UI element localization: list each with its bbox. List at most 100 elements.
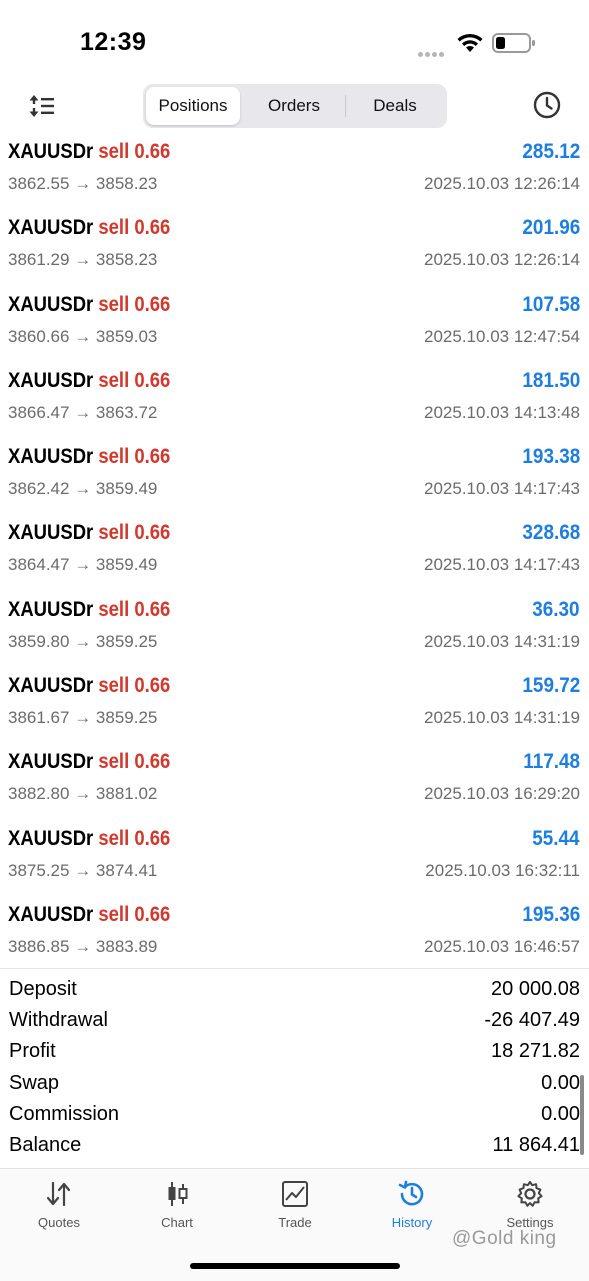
- open-price: 3862.42: [8, 479, 70, 499]
- tab-orders[interactable]: Orders: [244, 87, 344, 125]
- open-price: 3882.80: [8, 784, 70, 804]
- deal-row[interactable]: XAUUSDr sell 0.66 201.96 3861.29 → 3858.…: [0, 212, 589, 288]
- summary-label: Deposit: [9, 978, 77, 1000]
- close-price: 3858.23: [95, 250, 158, 270]
- deal-prices: 3886.85 → 3883.89: [8, 937, 157, 957]
- deal-row[interactable]: XAUUSDr sell 0.66 181.50 3866.47 → 3863.…: [0, 365, 589, 441]
- tab-label: Chart: [161, 1215, 193, 1230]
- deal-prices: 3859.80 → 3859.25: [8, 632, 157, 652]
- deal-direction: sell 0.66: [98, 445, 171, 469]
- deal-prices: 3864.47 → 3859.49: [8, 555, 157, 575]
- open-price: 3862.55: [8, 174, 70, 193]
- deal-row[interactable]: XAUUSDr sell 0.66 195.36 3886.85 → 3883.…: [0, 899, 589, 975]
- deal-symbol: XAUUSDr: [8, 902, 94, 926]
- deal-row[interactable]: XAUUSDr sell 0.66 328.68 3864.47 → 3859.…: [0, 517, 589, 593]
- close-price: 3881.02: [95, 784, 158, 804]
- summary-label: Swap: [9, 1071, 60, 1094]
- deal-profit: 159.72: [522, 674, 580, 698]
- arrow-icon: →: [74, 174, 92, 193]
- quotes-icon: [46, 1181, 71, 1207]
- clock-icon[interactable]: [532, 90, 562, 120]
- deal-symbol: XAUUSDr: [8, 597, 94, 621]
- battery-icon: [492, 33, 535, 53]
- deal-profit: 201.96: [522, 216, 580, 240]
- scrollbar[interactable]: [580, 1075, 584, 1155]
- status-time: 12:39: [80, 28, 147, 56]
- deal-direction: sell 0.66: [98, 902, 171, 926]
- deal-profit: 285.12: [522, 140, 580, 163]
- deal-time: 2025.10.03 12:47:54: [424, 326, 580, 346]
- deal-row[interactable]: XAUUSDr sell 0.66 107.58 3860.66 → 3859.…: [0, 289, 589, 365]
- deal-symbol: XAUUSDr: [8, 674, 94, 698]
- arrow-icon: →: [74, 631, 92, 651]
- deal-time: 2025.10.03 12:26:14: [424, 174, 580, 193]
- deal-prices: 3861.67 → 3859.25: [8, 708, 157, 728]
- arrow-icon: →: [74, 250, 92, 270]
- deal-profit: 55.44: [532, 826, 580, 850]
- deal-row[interactable]: XAUUSDr sell 0.66 55.44 3875.25 → 3874.4…: [0, 823, 589, 899]
- deal-title: XAUUSDr sell 0.66: [8, 140, 170, 164]
- arrow-icon: →: [74, 860, 92, 880]
- summary-row-withdrawal: Withdrawal -26 407.49: [0, 1008, 589, 1039]
- tab-positions[interactable]: Positions: [146, 87, 240, 125]
- summary-label: Balance: [9, 1133, 82, 1156]
- deal-prices: 3861.29 → 3858.23: [8, 250, 157, 270]
- deal-prices: 3882.80 → 3881.02: [8, 784, 157, 804]
- tab-quotes[interactable]: Quotes: [0, 1179, 118, 1239]
- tab-deals[interactable]: Deals: [347, 87, 443, 125]
- close-price: 3859.25: [95, 631, 158, 651]
- status-bar: 12:39: [0, 0, 589, 80]
- tab-label: Trade: [278, 1215, 312, 1230]
- deal-time: 2025.10.03 12:26:14: [424, 250, 580, 270]
- deal-direction: sell 0.66: [98, 216, 171, 240]
- deal-time: 2025.10.03 14:17:43: [424, 479, 580, 499]
- summary-row-commission: Commission 0.00: [0, 1102, 589, 1133]
- deal-row[interactable]: XAUUSDr sell 0.66 159.72 3861.67 → 3859.…: [0, 670, 589, 746]
- deal-direction: sell 0.66: [98, 521, 171, 545]
- arrow-icon: →: [74, 784, 92, 804]
- deal-symbol: XAUUSDr: [8, 826, 94, 850]
- close-price: 3859.49: [95, 555, 158, 575]
- deal-title: XAUUSDr sell 0.66: [8, 674, 170, 698]
- deal-symbol: XAUUSDr: [8, 750, 94, 774]
- arrow-icon: →: [74, 326, 92, 346]
- summary-value: 0.00: [541, 1071, 580, 1094]
- deal-profit: 181.50: [522, 368, 580, 392]
- close-price: 3863.72: [95, 402, 158, 422]
- deal-profit: 195.36: [522, 902, 580, 926]
- deal-row[interactable]: XAUUSDr sell 0.66 193.38 3862.42 → 3859.…: [0, 441, 589, 517]
- tab-trade[interactable]: Trade: [236, 1179, 354, 1239]
- open-price: 3861.29: [8, 250, 70, 270]
- summary-label: Profit: [9, 1040, 56, 1063]
- summary-row-swap: Swap 0.00: [0, 1071, 589, 1102]
- deal-title: XAUUSDr sell 0.66: [8, 369, 170, 393]
- tab-chart[interactable]: Chart: [118, 1179, 236, 1239]
- wifi-icon: [457, 33, 483, 52]
- deal-symbol: XAUUSDr: [8, 140, 94, 163]
- deal-time: 2025.10.03 14:31:19: [424, 708, 580, 728]
- close-price: 3859.49: [95, 479, 158, 499]
- arrow-icon: →: [74, 936, 92, 956]
- deal-symbol: XAUUSDr: [8, 216, 94, 240]
- deal-profit: 328.68: [522, 521, 580, 545]
- trade-chart-icon: [282, 1181, 308, 1207]
- deal-time: 2025.10.03 14:31:19: [424, 631, 580, 651]
- deal-time: 2025.10.03 14:17:43: [424, 555, 580, 575]
- deal-row[interactable]: XAUUSDr sell 0.66 36.30 3859.80 → 3859.2…: [0, 594, 589, 670]
- deal-title: XAUUSDr sell 0.66: [8, 827, 170, 851]
- deal-prices: 3860.66 → 3859.03: [8, 327, 157, 347]
- deal-direction: sell 0.66: [98, 750, 171, 774]
- arrow-icon: →: [74, 479, 92, 499]
- home-indicator[interactable]: [190, 1263, 400, 1269]
- open-price: 3864.47: [8, 555, 70, 575]
- deal-row[interactable]: XAUUSDr sell 0.66 117.48 3882.80 → 3881.…: [0, 746, 589, 822]
- deal-title: XAUUSDr sell 0.66: [8, 598, 170, 622]
- candlestick-chart-icon: [168, 1182, 188, 1206]
- deal-prices: 3862.42 → 3859.49: [8, 479, 157, 499]
- top-toolbar: Positions Orders Deals: [0, 82, 589, 130]
- close-price: 3883.89: [95, 936, 158, 956]
- sort-icon[interactable]: [28, 92, 56, 120]
- deal-row[interactable]: XAUUSDr sell 0.66 285.12 3862.55 → 3858.…: [0, 136, 589, 212]
- close-price: 3858.23: [95, 174, 158, 193]
- summary-value: 11 864.41: [492, 1133, 581, 1156]
